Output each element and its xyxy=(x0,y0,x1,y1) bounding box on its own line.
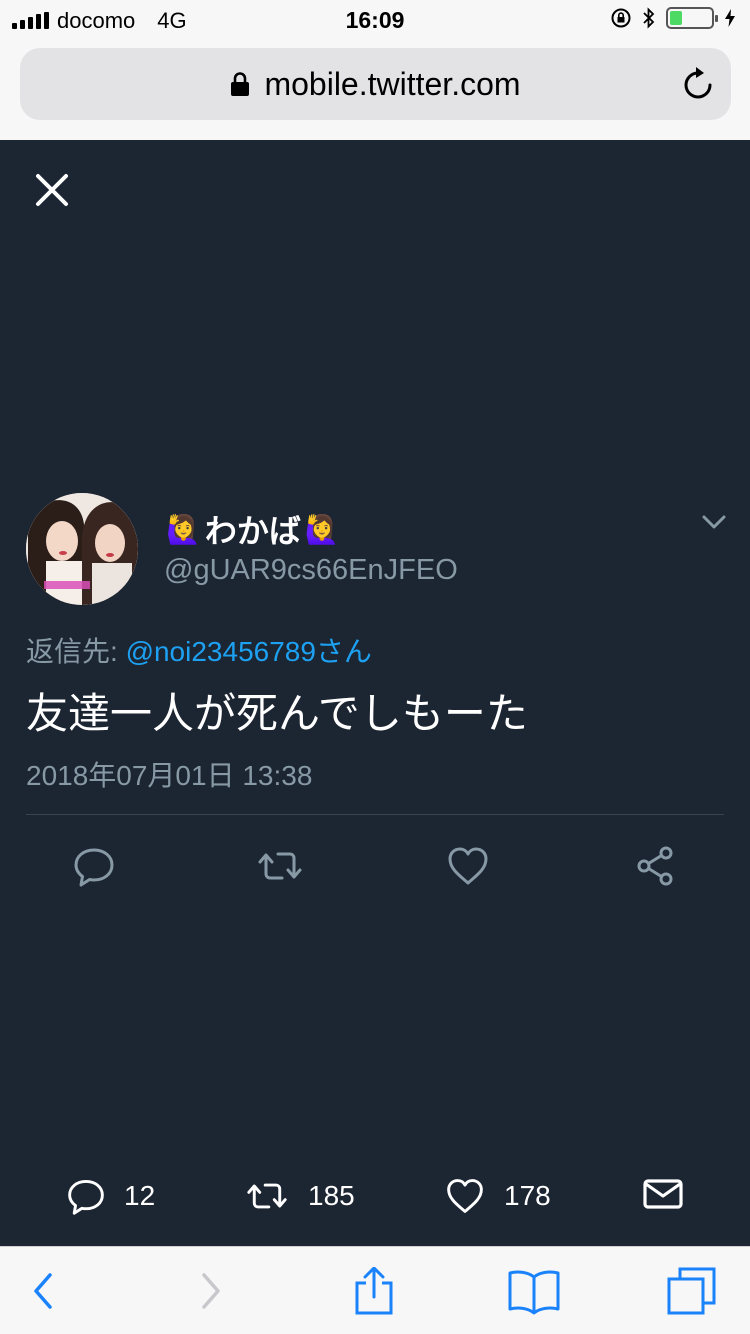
retweet-icon[interactable] xyxy=(258,844,302,888)
lock-icon xyxy=(231,71,250,96)
browser-toolbar xyxy=(0,1246,750,1334)
reply-to-link[interactable]: @noi23456789さん xyxy=(126,636,372,667)
like-stat[interactable]: 178 xyxy=(444,1176,551,1216)
reply-to-line: 返信先: @noi23456789さん xyxy=(26,630,372,670)
reply-count: 12 xyxy=(124,1180,156,1211)
like-icon[interactable] xyxy=(446,844,490,888)
like-icon xyxy=(447,1179,483,1213)
reply-prefix: 返信先: xyxy=(26,636,126,667)
share-icon[interactable] xyxy=(634,844,678,888)
browser-address-area: mobile.twitter.com xyxy=(0,40,750,140)
retweet-count: 185 xyxy=(308,1180,355,1211)
author-display-name: わかば xyxy=(204,513,301,549)
tweet-detail-page: 🙋‍♀️ わかば 🙋‍♀️ @gUAR9cs66EnJFEO 返信先: @noi… xyxy=(0,140,750,1246)
raising-hand-emoji: 🙋‍♀️ xyxy=(304,513,340,545)
reply-icon[interactable] xyxy=(72,844,116,888)
tabs-icon[interactable] xyxy=(666,1267,718,1315)
url-text: mobile.twitter.com xyxy=(264,66,521,102)
address-bar[interactable]: mobile.twitter.com xyxy=(20,48,731,120)
like-count: 178 xyxy=(504,1180,551,1211)
retweet-icon xyxy=(247,1183,287,1209)
reply-icon xyxy=(68,1180,104,1215)
orientation-lock-icon xyxy=(611,8,631,28)
author-handle[interactable]: @gUAR9cs66EnJFEO xyxy=(164,554,458,587)
reload-icon[interactable] xyxy=(681,65,715,103)
raising-hand-emoji: 🙋‍♀️ xyxy=(166,513,201,545)
battery-icon xyxy=(666,7,718,29)
divider xyxy=(26,814,724,815)
tweet-timestamp[interactable]: 2018年07月01日 13:38 xyxy=(26,754,312,794)
avatar[interactable] xyxy=(26,493,138,605)
envelope-icon xyxy=(643,1179,683,1209)
retweet-stat[interactable]: 185 xyxy=(244,1176,355,1216)
charging-bolt-icon xyxy=(725,9,735,27)
reply-stat[interactable]: 12 xyxy=(66,1176,155,1216)
close-icon[interactable] xyxy=(30,168,74,212)
message-stat[interactable] xyxy=(642,1176,684,1212)
tweet-stats-bar: 12 185 178 xyxy=(0,1158,750,1246)
bookmarks-icon[interactable] xyxy=(506,1267,562,1315)
chevron-down-icon[interactable] xyxy=(698,506,730,536)
forward-icon[interactable] xyxy=(196,1267,226,1315)
status-bar: docomo 4G 16:09 xyxy=(0,0,750,40)
tweet-text: 友達一人が死んでしもーた xyxy=(26,690,528,737)
back-icon[interactable] xyxy=(28,1267,58,1315)
author-name[interactable]: 🙋‍♀️ わかば 🙋‍♀️ xyxy=(166,506,340,552)
share-icon[interactable] xyxy=(352,1267,396,1315)
bluetooth-icon xyxy=(643,7,655,29)
